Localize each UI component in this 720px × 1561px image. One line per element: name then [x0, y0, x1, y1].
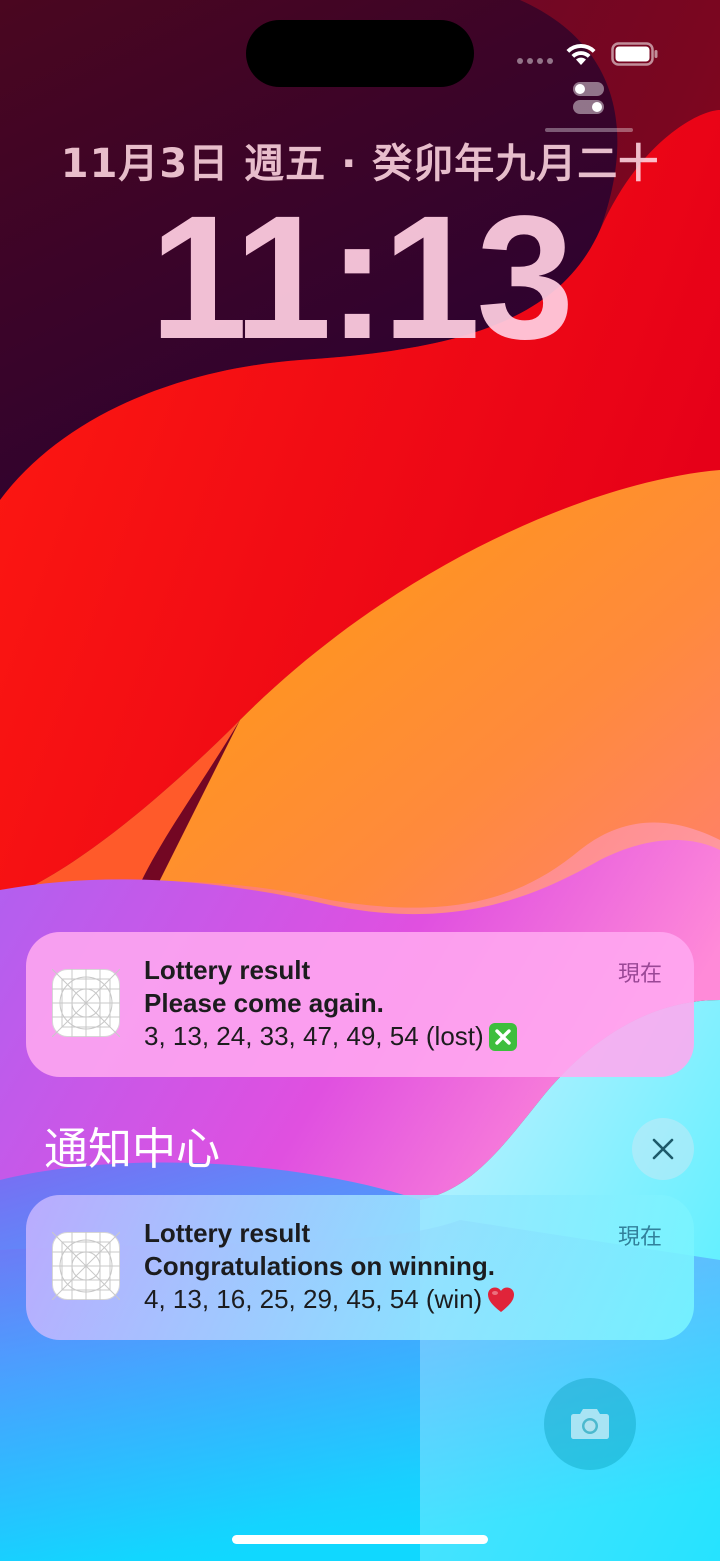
notification-center-title: 通知中心	[44, 1124, 220, 1175]
control-center-toggle-icon[interactable]	[572, 81, 605, 115]
placeholder-app-icon	[52, 1232, 120, 1300]
notification-time: 現在	[617, 962, 662, 987]
close-icon	[652, 1138, 674, 1160]
battery-icon	[611, 42, 658, 66]
notification-card[interactable]: Lottery result Congratulations on winnin…	[26, 1195, 694, 1340]
home-indicator[interactable]	[232, 1535, 488, 1544]
notification-subtitle: Congratulations on winning.	[144, 1251, 495, 1281]
wifi-icon	[566, 43, 596, 65]
camera-button[interactable]	[544, 1378, 636, 1470]
notification-title: Lottery result	[144, 1218, 311, 1248]
lock-screen-time: 11:13	[149, 180, 574, 376]
status-bar	[510, 40, 660, 70]
cross-mark-icon	[488, 1022, 517, 1051]
red-heart-icon	[488, 1287, 515, 1312]
notification-title: Lottery result	[144, 955, 311, 985]
notification-card[interactable]: Lottery result Please come again. 3, 13,…	[26, 932, 694, 1077]
control-center-swipe-indicator[interactable]	[545, 128, 633, 132]
notification-body: 3, 13, 24, 33, 47, 49, 54 (lost)	[144, 1021, 484, 1051]
notification-body: 4, 13, 16, 25, 29, 45, 54 (win)	[144, 1284, 483, 1314]
camera-icon	[571, 1409, 609, 1439]
cellular-signal-icon	[517, 58, 553, 66]
placeholder-app-icon	[52, 969, 120, 1037]
clear-notifications-button[interactable]	[632, 1118, 694, 1180]
dynamic-island	[246, 20, 474, 87]
notification-time: 現在	[617, 1225, 662, 1250]
notification-subtitle: Please come again.	[144, 988, 384, 1018]
